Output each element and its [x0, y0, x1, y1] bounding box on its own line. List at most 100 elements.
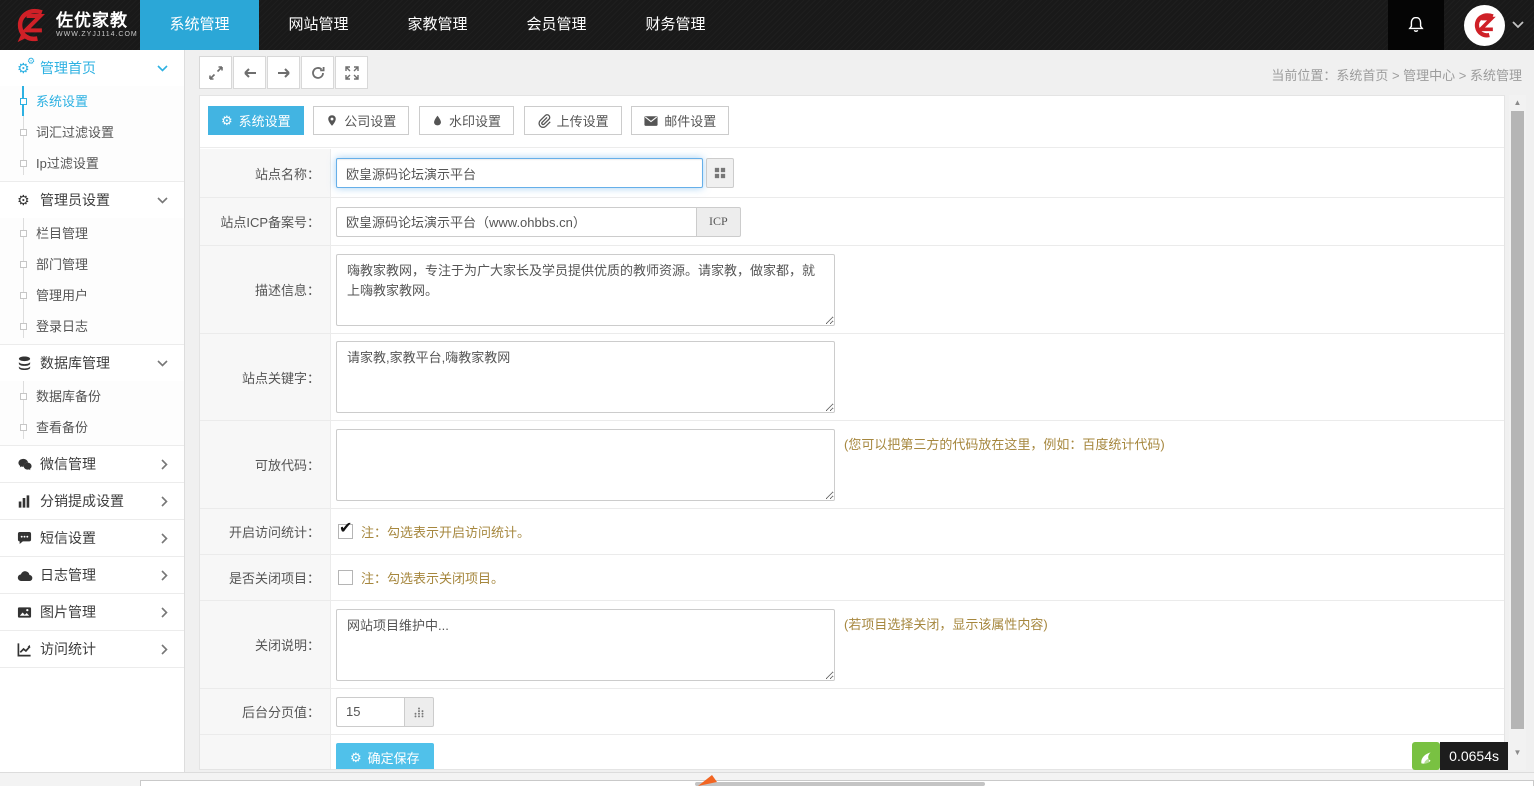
- top-navbar: 佐优家教 WWW.ZYJJ114.COM 系统管理 网站管理 家教管理 会员管理…: [0, 0, 1534, 50]
- load-time-badge[interactable]: 0.0654s: [1412, 742, 1508, 770]
- close-desc-textarea[interactable]: [336, 609, 835, 681]
- description-textarea[interactable]: [336, 254, 835, 326]
- chevron-right-icon: [161, 570, 168, 581]
- map-marker-icon: [326, 113, 338, 128]
- thinkphp-logo-icon: [1412, 742, 1440, 770]
- sidebar-item-database-backup[interactable]: 数据库备份: [0, 381, 184, 412]
- tab-company-settings[interactable]: 公司设置: [313, 106, 409, 135]
- form-row-close-desc: 关闭说明： (若项目选择关闭，显示该属性内容): [200, 601, 1504, 689]
- forward-button[interactable]: [267, 56, 300, 89]
- image-icon: [17, 605, 38, 620]
- sidebar-item-column-management[interactable]: 栏目管理: [0, 218, 184, 249]
- resize-button[interactable]: [199, 56, 232, 89]
- fullscreen-button[interactable]: [335, 56, 368, 89]
- gear-icon: ⚙: [350, 750, 362, 766]
- code-textarea[interactable]: [336, 429, 835, 501]
- bell-icon: [1406, 15, 1426, 35]
- stats-note: 注：勾选表示开启访问统计。: [361, 522, 530, 541]
- close-desc-hint: (若项目选择关闭，显示该属性内容): [844, 614, 1048, 633]
- bar-chart-icon: [17, 494, 38, 509]
- tree-node: [20, 323, 27, 330]
- nav-item-tutor-management[interactable]: 家教管理: [378, 0, 497, 50]
- sidebar-section-wechat-management[interactable]: 微信管理: [0, 446, 184, 482]
- sidebar-item-system-settings[interactable]: 系统设置: [0, 86, 184, 117]
- form-row-stats: 开启访问统计： ✔ 注：勾选表示开启访问统计。: [200, 509, 1504, 555]
- tree-node: [20, 160, 27, 167]
- brand-logo[interactable]: 佐优家教 WWW.ZYJJ114.COM: [0, 0, 140, 50]
- scrollbar-thumb[interactable]: [1511, 111, 1524, 729]
- orange-arrow-icon: [697, 773, 731, 786]
- droplet-icon: [432, 113, 443, 128]
- stats-label: 开启访问统计：: [200, 509, 331, 554]
- sidebar-section-image-management[interactable]: 图片管理: [0, 594, 184, 630]
- form-row-site-name: 站点名称：: [200, 149, 1504, 198]
- page-size-label: 后台分页值：: [200, 689, 331, 734]
- dots-icon: [412, 705, 426, 719]
- avatar[interactable]: [1464, 5, 1505, 46]
- keywords-textarea[interactable]: [336, 341, 835, 413]
- paperclip-icon: [537, 113, 551, 128]
- tab-system-settings[interactable]: ⚙系统设置: [208, 106, 304, 135]
- sidebar-section-admin-home[interactable]: ⚙⚙ 管理首页: [0, 50, 184, 86]
- tree-node: [20, 292, 27, 299]
- bottom-strip: [0, 772, 1534, 786]
- sidebar-section-database-management[interactable]: 数据库管理: [0, 345, 184, 381]
- tab-upload-settings[interactable]: 上传设置: [524, 106, 622, 135]
- wechat-icon: [17, 457, 38, 472]
- load-time: 0.0654s: [1440, 742, 1508, 770]
- icp-label: 站点ICP备案号：: [200, 198, 331, 245]
- scroll-down-icon[interactable]: ▼: [1509, 745, 1526, 760]
- sidebar-section-commission-settings[interactable]: 分销提成设置: [0, 483, 184, 519]
- keywords-label: 站点关键字：: [200, 334, 331, 420]
- sidebar-section-log-management[interactable]: 日志管理: [0, 557, 184, 593]
- chevron-right-icon: [161, 644, 168, 655]
- sidebar-submenu: 数据库备份 查看备份: [0, 381, 184, 445]
- tab-watermark-settings[interactable]: 水印设置: [419, 106, 514, 135]
- sidebar-item-ip-filter[interactable]: Ip过滤设置: [0, 148, 184, 179]
- notifications-button[interactable]: [1388, 0, 1444, 50]
- sidebar-item-login-log[interactable]: 登录日志: [0, 311, 184, 342]
- stats-checkbox[interactable]: ✔: [338, 524, 353, 539]
- sidebar-section-visit-statistics[interactable]: 访问统计: [0, 631, 184, 667]
- icp-input[interactable]: [336, 207, 696, 237]
- sidebar-item-admin-users[interactable]: 管理用户: [0, 280, 184, 311]
- vertical-scrollbar[interactable]: ▲ ▼: [1509, 95, 1526, 770]
- form-row-icp: 站点ICP备案号： ICP: [200, 198, 1504, 246]
- arrow-right-icon: [277, 66, 291, 80]
- chevron-down-icon[interactable]: [1512, 21, 1524, 29]
- chevron-right-icon: [161, 607, 168, 618]
- nav-item-finance-management[interactable]: 财务管理: [616, 0, 735, 50]
- back-button[interactable]: [233, 56, 266, 89]
- breadcrumb: 当前位置：系统首页 > 管理中心 > 系统管理: [1271, 65, 1522, 84]
- check-icon: ✔: [339, 521, 352, 537]
- sidebar-section-admin-settings[interactable]: ⚙ 管理员设置: [0, 182, 184, 218]
- settings-tabs: ⚙系统设置 公司设置 水印设置 上传设置 邮件设置: [200, 96, 1504, 148]
- cloud-icon: [17, 569, 38, 582]
- form-row-code: 可放代码： (您可以把第三方的代码放在这里，例如：百度统计代码): [200, 421, 1504, 509]
- sidebar-item-department-management[interactable]: 部门管理: [0, 249, 184, 280]
- nav-item-member-management[interactable]: 会员管理: [497, 0, 616, 50]
- site-name-input[interactable]: [336, 158, 703, 188]
- sidebar-item-view-backup[interactable]: 查看备份: [0, 412, 184, 443]
- close-checkbox[interactable]: [338, 570, 353, 585]
- save-button[interactable]: ⚙ 确定保存: [336, 743, 434, 769]
- form-row-close: 是否关闭项目： 注：勾选表示关闭项目。: [200, 555, 1504, 601]
- database-icon: [17, 355, 38, 371]
- system-settings-form: 站点名称： 站点ICP备案号： ICP 描述信息：: [200, 149, 1504, 769]
- main-nav: 系统管理 网站管理 家教管理 会员管理 财务管理: [140, 0, 735, 50]
- tab-mail-settings[interactable]: 邮件设置: [631, 106, 729, 135]
- icp-addon: ICP: [696, 207, 741, 237]
- chevron-down-icon: [157, 197, 168, 204]
- main-area: 当前位置：系统首页 > 管理中心 > 系统管理 ⚙系统设置 公司设置 水印设置 …: [185, 50, 1534, 786]
- page-size-input[interactable]: [336, 697, 404, 727]
- tree-node: [20, 129, 27, 136]
- nav-item-website-management[interactable]: 网站管理: [259, 0, 378, 50]
- scroll-up-icon[interactable]: ▲: [1509, 95, 1526, 110]
- refresh-icon: [311, 66, 325, 80]
- sidebar-section-sms-settings[interactable]: 短信设置: [0, 520, 184, 556]
- grid-addon-button[interactable]: [706, 158, 734, 188]
- nav-item-system-management[interactable]: 系统管理: [140, 0, 259, 50]
- refresh-button[interactable]: [301, 56, 334, 89]
- horizontal-scrollbar-thumb[interactable]: [695, 782, 985, 786]
- sidebar-item-word-filter[interactable]: 词汇过滤设置: [0, 117, 184, 148]
